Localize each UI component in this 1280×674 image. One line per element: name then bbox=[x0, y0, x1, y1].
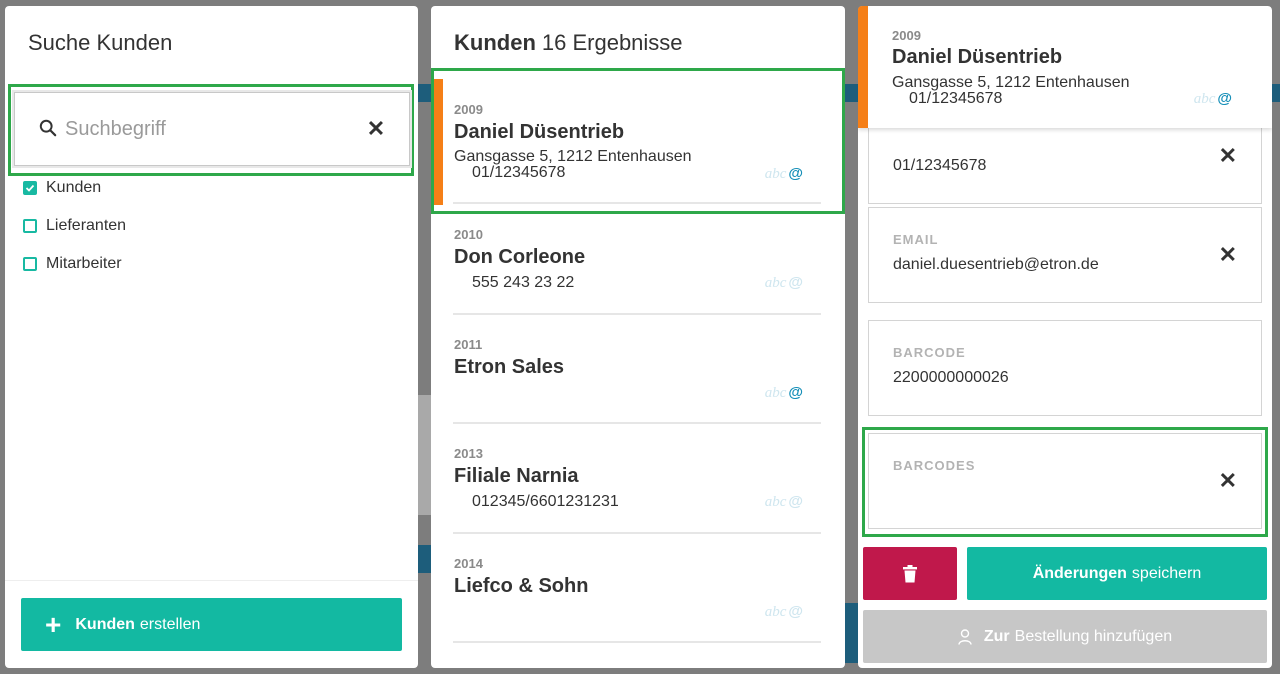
detail-panel: 01/12345678 ✕ EMAIL daniel.duesentrieb@e… bbox=[858, 6, 1272, 668]
email-field-label: EMAIL bbox=[893, 232, 939, 247]
results-title: Kunden 16 Ergebnisse bbox=[454, 30, 683, 56]
customer-name: Don Corleone bbox=[454, 246, 586, 268]
detail-header: 2009 Daniel Düsentrieb Gansgasse 5, 1212… bbox=[858, 6, 1272, 128]
save-changes-button[interactable]: Änderungen speichern bbox=[967, 547, 1267, 600]
background-bar bbox=[1272, 84, 1280, 102]
background-bar bbox=[845, 603, 858, 663]
create-customer-button[interactable]: + Kunden erstellen bbox=[21, 598, 402, 651]
abc-icon: abc bbox=[764, 385, 787, 401]
search-input[interactable] bbox=[65, 111, 345, 147]
order-button-rest: Bestellung hinzufügen bbox=[1014, 627, 1173, 645]
contact-icons: abc @ bbox=[765, 603, 803, 621]
email-field-value: daniel.duesentrieb@etron.de bbox=[893, 256, 1099, 273]
list-item[interactable]: 2014 Liefco & Sohn abc @ bbox=[453, 534, 821, 643]
selection-indicator bbox=[858, 6, 868, 128]
customer-number: 2013 bbox=[454, 446, 483, 461]
checkbox-icon[interactable] bbox=[23, 219, 37, 233]
email-icon: @ bbox=[788, 274, 803, 291]
abc-icon: abc bbox=[764, 604, 787, 620]
customer-name: Filiale Narnia bbox=[454, 465, 579, 487]
customer-number: 2011 bbox=[454, 337, 483, 352]
list-item[interactable]: 2011 Etron Sales abc @ bbox=[453, 315, 821, 424]
customer-number: 2014 bbox=[454, 556, 483, 571]
email-icon: @ bbox=[788, 493, 803, 510]
detail-customer-number: 2009 bbox=[892, 28, 921, 43]
user-icon bbox=[958, 628, 972, 645]
background-bar bbox=[845, 84, 858, 102]
abc-icon: abc bbox=[1193, 91, 1216, 107]
list-item[interactable]: 2010 Don Corleone 555 243 23 22 abc @ bbox=[453, 204, 821, 315]
email-icon: @ bbox=[1217, 90, 1232, 107]
background-block bbox=[418, 395, 431, 515]
barcode-field-label: BARCODE bbox=[893, 345, 966, 360]
clear-search-icon[interactable]: ✕ bbox=[365, 115, 387, 143]
customer-phone: 012345/6601231231 bbox=[472, 493, 619, 510]
results-count: 16 Ergebnisse bbox=[541, 30, 683, 55]
results-panel: Kunden 16 Ergebnisse 2009 Daniel Düsentri… bbox=[431, 6, 845, 668]
plus-icon: + bbox=[45, 608, 62, 640]
customer-name: Liefco & Sohn bbox=[454, 575, 589, 597]
list-item[interactable]: 2013 Filiale Narnia 012345/6601231231 ab… bbox=[453, 424, 821, 534]
contact-icons: abc @ bbox=[765, 274, 803, 292]
results-title-bold: Kunden bbox=[454, 30, 536, 55]
background-bar bbox=[418, 545, 431, 573]
email-icon: @ bbox=[788, 603, 803, 620]
add-to-order-button[interactable]: Zur Bestellung hinzufügen bbox=[863, 610, 1267, 663]
contact-icons: abc @ bbox=[1194, 90, 1232, 108]
filter-kunden[interactable]: Kunden bbox=[23, 179, 101, 197]
contact-icons: abc @ bbox=[765, 493, 803, 511]
trash-icon bbox=[903, 564, 917, 582]
checkbox-checked-icon[interactable] bbox=[23, 181, 37, 195]
filter-label: Mitarbeiter bbox=[46, 255, 122, 272]
contact-icons: abc @ bbox=[765, 384, 803, 402]
barcode-field-value: 2200000000026 bbox=[893, 369, 1009, 386]
filter-lieferanten[interactable]: Lieferanten bbox=[23, 217, 126, 235]
barcodes-focus-frame bbox=[862, 427, 1268, 537]
save-button-rest: speichern bbox=[1131, 564, 1202, 582]
phone-field-value: 01/12345678 bbox=[893, 157, 987, 174]
search-box: ✕ bbox=[14, 92, 410, 166]
search-icon bbox=[39, 119, 57, 137]
order-button-bold: Zur bbox=[983, 627, 1010, 645]
search-panel: Suche Kunden ✕ Kunden Lieferanten Mitarb… bbox=[5, 6, 418, 668]
clear-email-icon[interactable]: ✕ bbox=[1219, 242, 1237, 268]
checkbox-icon[interactable] bbox=[23, 257, 37, 271]
customer-number: 2010 bbox=[454, 227, 483, 242]
selected-result-frame bbox=[431, 68, 845, 214]
email-icon: @ bbox=[788, 384, 803, 401]
barcode-field[interactable]: BARCODE 2200000000026 bbox=[868, 320, 1262, 416]
filter-mitarbeiter[interactable]: Mitarbeiter bbox=[23, 255, 122, 273]
delete-button[interactable] bbox=[863, 547, 957, 600]
filter-label: Lieferanten bbox=[46, 217, 127, 234]
divider bbox=[5, 580, 418, 581]
filter-label: Kunden bbox=[46, 179, 102, 196]
create-button-bold: Kunden bbox=[75, 615, 135, 633]
customer-name: Etron Sales bbox=[454, 356, 565, 378]
clear-phone-icon[interactable]: ✕ bbox=[1219, 143, 1237, 169]
detail-customer-name: Daniel Düsentrieb bbox=[892, 46, 1063, 68]
abc-icon: abc bbox=[764, 275, 787, 291]
customer-phone: 555 243 23 22 bbox=[472, 274, 575, 291]
detail-customer-phone: 01/12345678 bbox=[909, 90, 1003, 107]
create-button-rest: erstellen bbox=[139, 615, 201, 633]
background-bar bbox=[418, 84, 431, 102]
search-panel-title: Suche Kunden bbox=[28, 30, 173, 55]
abc-icon: abc bbox=[764, 494, 787, 510]
email-field[interactable]: EMAIL daniel.duesentrieb@etron.de ✕ bbox=[868, 207, 1262, 303]
save-button-bold: Änderungen bbox=[1032, 564, 1127, 582]
